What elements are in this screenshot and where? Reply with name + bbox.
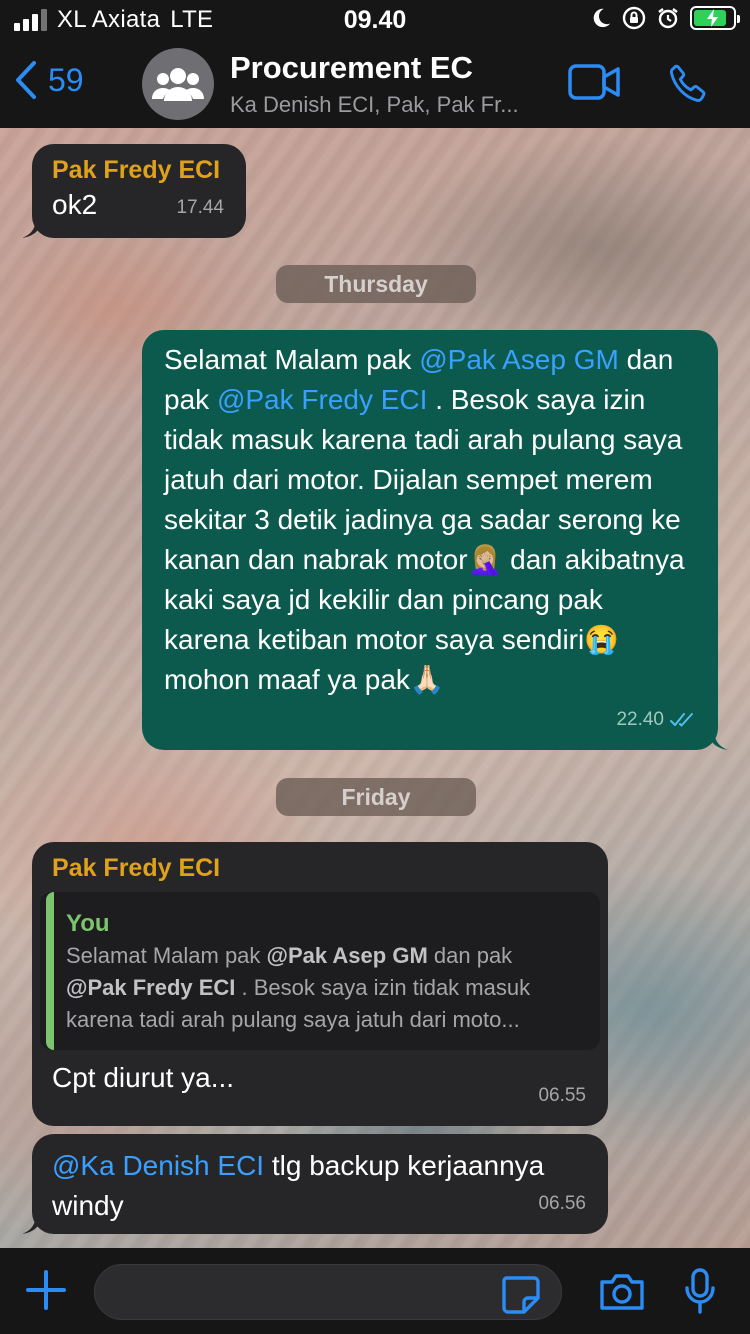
message-time: 22.40	[616, 709, 664, 730]
message-time: 06.56	[538, 1193, 586, 1214]
quote-author: You	[66, 910, 110, 937]
text-fragment: dan pak	[427, 943, 513, 968]
video-call-button[interactable]	[568, 64, 620, 105]
attach-button[interactable]	[24, 1268, 68, 1317]
back-button[interactable]: 59	[14, 60, 84, 100]
voice-call-button[interactable]	[666, 62, 710, 111]
text-fragment: Selamat Malam pak	[164, 344, 420, 375]
quote-mention: @Pak Asep GM	[266, 943, 428, 968]
quote-text: Selamat Malam pak @Pak Asep GM dan pak @…	[66, 940, 584, 1036]
date-separator: Thursday	[276, 265, 476, 303]
video-camera-icon	[568, 64, 620, 100]
unread-count: 59	[48, 61, 84, 98]
text-fragment: Selamat Malam pak	[66, 943, 267, 968]
composer-bar	[0, 1248, 750, 1334]
group-avatar[interactable]	[142, 48, 214, 120]
camera-button[interactable]	[598, 1272, 646, 1317]
quote-bar	[46, 892, 54, 1050]
chat-area[interactable]: Pak Fredy ECI ok2 17.44 Thursday Selamat…	[0, 128, 750, 1248]
sticker-icon	[502, 1276, 540, 1314]
message-meta: 22.40	[616, 700, 696, 740]
sender-name[interactable]: Pak Fredy ECI	[52, 154, 226, 186]
status-bar: XL Axiata LTE 09.40	[0, 0, 750, 40]
chat-title[interactable]: Procurement EC	[230, 50, 473, 86]
message-time: 06.55	[538, 1085, 586, 1106]
message-time: 17.44	[176, 197, 224, 218]
message-incoming[interactable]: @Ka Denish ECI tlg backup kerjaannya win…	[22, 1134, 608, 1234]
bubble-tail	[708, 728, 728, 750]
status-right	[590, 6, 740, 30]
message-incoming[interactable]: Pak Fredy ECI ok2 17.44	[22, 144, 246, 238]
message-input[interactable]	[94, 1264, 562, 1320]
microphone-icon	[685, 1268, 715, 1314]
sticker-button[interactable]	[500, 1274, 540, 1319]
message-text: Selamat Malam pak @Pak Asep GM dan pak @…	[164, 340, 696, 700]
quote-mention: @Pak Fredy ECI	[66, 975, 236, 1000]
alarm-icon	[658, 8, 678, 29]
rotation-lock-icon	[622, 6, 646, 30]
group-icon	[152, 68, 204, 101]
camera-icon	[600, 1274, 644, 1310]
moon-icon	[593, 8, 611, 28]
message-text: @Ka Denish ECI tlg backup kerjaannya win…	[52, 1146, 586, 1226]
double-check-icon	[670, 713, 693, 727]
message-text: Cpt diurut ya...	[52, 1062, 235, 1093]
message-incoming-reply[interactable]: Pak Fredy ECI You Selamat Malam pak @Pak…	[32, 842, 608, 1126]
plus-icon	[26, 1270, 66, 1310]
mention-link[interactable]: @Pak Fredy ECI	[217, 384, 427, 415]
mention-link[interactable]: @Ka Denish ECI	[52, 1150, 264, 1181]
mention-link[interactable]: @Pak Asep GM	[419, 344, 619, 375]
chevron-left-icon	[16, 61, 36, 99]
phone-icon	[669, 64, 706, 102]
quoted-message[interactable]: You Selamat Malam pak @Pak Asep GM dan p…	[40, 892, 600, 1050]
battery-icon	[690, 6, 740, 30]
bubble-tail	[22, 216, 42, 238]
chat-header: 59 Procurement EC Ka Denish ECI, Pak, Pa…	[0, 40, 750, 128]
text-fragment: . Besok saya izin tidak masuk karena tad…	[164, 384, 685, 695]
sender-name[interactable]: Pak Fredy ECI	[40, 852, 600, 884]
date-separator: Friday	[276, 778, 476, 816]
bubble-tail	[22, 1212, 42, 1234]
voice-message-button[interactable]	[684, 1268, 716, 1321]
chat-participants[interactable]: Ka Denish ECI, Pak, Pak Fr...	[230, 92, 519, 118]
message-outgoing[interactable]: Selamat Malam pak @Pak Asep GM dan pak @…	[142, 330, 728, 750]
